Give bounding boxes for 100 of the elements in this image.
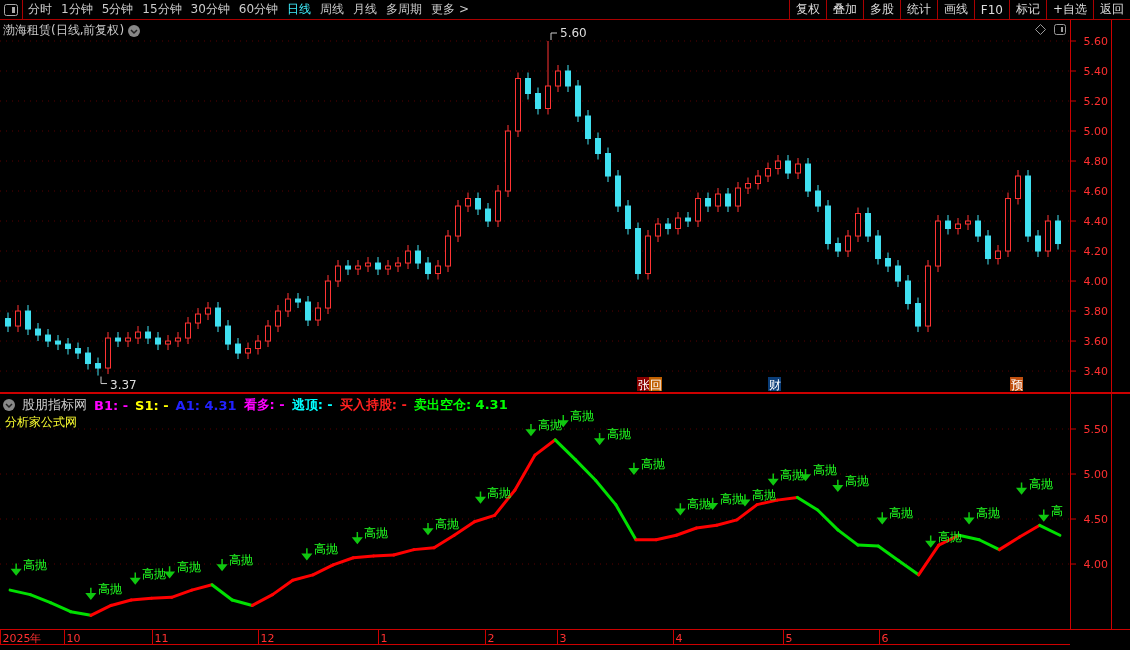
candlestick [345,259,351,276]
date-tick: 4 [675,632,683,645]
candlestick [735,181,741,213]
date-tick: 1 [380,632,388,645]
candlestick [185,316,191,345]
sell-signal-label: 高抛 [435,517,459,531]
candlestick [915,297,921,333]
dropdown-icon[interactable] [3,399,15,411]
candlestick [415,244,421,270]
sell-signal-label: 高抛 [97,581,122,596]
candlestick [1045,214,1051,258]
event-badge[interactable]: 财 [768,377,781,392]
candlestick [985,229,991,266]
sell-signal-label: 高抛 [976,506,1001,521]
candlestick [525,72,531,100]
down-arrow-icon [833,479,843,493]
sell-signal-label: 高抛 [487,485,512,500]
candlestick [865,207,871,243]
period-tab[interactable]: 30分钟 [190,1,230,18]
panel-toggle-icon[interactable] [1054,24,1066,35]
value-tick: 5.00 [1083,468,1108,481]
stock-title: 渤海租赁(日线,前复权) [3,22,125,39]
sell-signal-label: 高抛 [537,418,562,432]
candlestick [285,292,291,318]
period-tab[interactable]: 1分钟 [61,1,93,18]
sell-signal-label: 高抛 [640,456,665,471]
period-tab[interactable]: 日线 [287,1,312,18]
down-arrow-icon [217,558,227,572]
candlestick [765,162,771,183]
sell-signal-label: 高抛 [229,553,254,568]
candlestick [205,301,211,321]
candlestick [385,259,391,276]
down-arrow-icon [1039,508,1049,522]
period-tab[interactable]: 60分钟 [238,1,279,18]
value-tick: 4.00 [1083,558,1108,571]
legend-item: 看多: - [243,396,285,414]
diamond-icon[interactable] [1035,24,1046,35]
candlestick [225,319,231,351]
legend-item: S1: - [135,397,169,413]
sell-signal-label: 高抛 [780,467,805,482]
period-tab[interactable]: 多周期 [386,1,423,18]
candlestick [725,187,731,213]
panel-toggle-icon[interactable] [4,3,18,16]
candlestick [5,312,11,333]
price-tick: 3.60 [1083,335,1108,349]
down-arrow-icon [423,522,433,536]
candlestick [855,207,861,243]
candlestick [825,199,831,251]
candlestick [115,331,121,348]
pointer-line [100,376,108,385]
down-arrow-icon [768,472,778,486]
candlestick [485,202,491,228]
candlestick [305,295,311,327]
candlestick [435,259,441,281]
candlestick [535,87,541,115]
down-arrow-icon [302,547,312,561]
candlestick [85,346,91,371]
candlestick [635,222,641,281]
period-tab[interactable]: 周线 [320,1,345,18]
candlestick [315,301,321,327]
candlestick [705,192,711,213]
candlestick [25,304,31,336]
date-tick: 10 [66,632,81,645]
date-tick: 3 [559,632,567,645]
candlestick [335,259,341,288]
candlestick [235,337,241,360]
event-badge[interactable]: 预 [1010,377,1023,392]
candlestick [745,177,751,195]
dropdown-icon[interactable] [128,24,141,37]
candlestick [45,328,51,348]
period-tab[interactable]: 更多 > [431,1,469,18]
event-badge[interactable]: 回 [649,377,662,392]
candlestick [995,244,1001,266]
candlestick [585,109,591,145]
value-tick: 5.50 [1083,423,1108,436]
sell-signal-label: 高抛 [751,488,776,503]
candlestick [1035,229,1041,258]
sell-signal-label: 高抛 [176,560,201,575]
price-tick: 3.80 [1083,305,1108,319]
period-tab[interactable]: 月线 [353,1,378,18]
sell-signal-label: 高抛 [687,497,712,512]
candlestick [895,259,901,288]
sell-signal-label: 高抛 [889,506,914,521]
candlestick [255,334,261,356]
down-arrow-icon [164,565,175,579]
price-tick: 4.40 [1083,215,1108,229]
sell-signal-label: 高抛 [364,526,389,540]
period-tab[interactable]: 15分钟 [142,1,182,18]
period-tab[interactable]: 5分钟 [101,1,134,18]
value-tick: 4.50 [1083,513,1108,526]
candlestick [1015,169,1021,205]
down-arrow-icon [352,531,363,545]
candlestick [145,325,151,345]
candlestick [555,64,561,93]
down-arrow-icon [675,502,686,516]
down-arrow-icon [964,511,974,525]
period-tab[interactable]: 分时 [28,1,52,18]
candlestick [945,214,951,236]
candlestick [845,229,851,258]
candlestick [595,132,601,160]
